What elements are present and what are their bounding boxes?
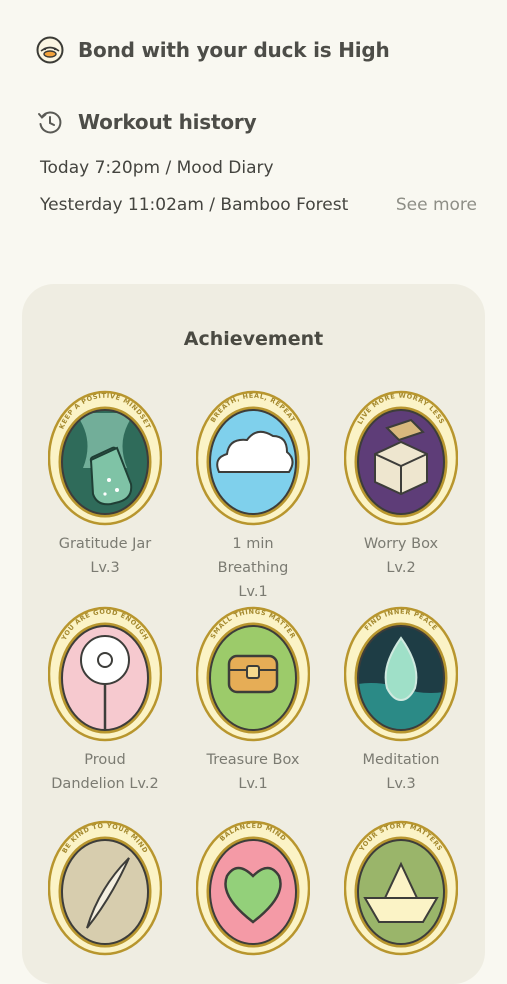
badge-name: Proud	[84, 752, 126, 768]
paper-boat-icon: YOUR STORY MATTERS	[344, 820, 458, 956]
workout-history-title: Workout history	[78, 110, 257, 134]
badge-level: Lv.3	[90, 560, 120, 576]
history-entry[interactable]: Yesterday 11:02am / Bamboo Forest	[40, 195, 348, 215]
achievement-badge[interactable]: KEEP A POSITIVE MINDSET Gratitude Jar Lv.3	[48, 390, 162, 580]
achievement-badge[interactable]: YOUR STORY MATTERS	[344, 820, 458, 962]
achievement-badge[interactable]: BREATH, HEAL, REPEAT 1 min Breathing Lv.1	[196, 390, 310, 604]
badge-name: 1 min Breathing	[217, 536, 289, 576]
treasure-icon: SMALL THINGS MATTER	[196, 606, 310, 742]
heart-icon: BALANCED MIND	[196, 820, 310, 956]
badge-name: Meditation	[362, 752, 440, 768]
achievement-badge[interactable]: BALANCED MIND	[196, 820, 310, 962]
workout-history-header: Workout history	[36, 108, 507, 136]
badge-level: Lv.1	[238, 584, 268, 600]
achievement-badge[interactable]: BE KIND TO YOUR MIND	[48, 820, 162, 962]
achievement-badge[interactable]: YOU ARE GOOD ENOUGH Proud Dandelion Lv.2	[48, 606, 162, 796]
achievement-badge[interactable]: FIND INNER PEACE Meditation Lv.3	[344, 606, 458, 796]
badge-name: Worry Box	[363, 536, 439, 552]
badge-level: Lv.1	[238, 776, 268, 792]
history-icon	[38, 111, 62, 134]
flame-icon: FIND INNER PEACE	[344, 606, 458, 742]
bond-text: Bond with your duck is High	[78, 38, 390, 62]
achievement-badge[interactable]: LIVE MORE WORRY LESS Worry Box Lv.2	[344, 390, 458, 580]
badge-name: Treasure Box	[206, 752, 300, 768]
dandelion-icon: YOU ARE GOOD ENOUGH	[48, 606, 162, 742]
badge-level: Lv.3	[386, 776, 416, 792]
badge-name: Gratitude Jar	[58, 536, 152, 552]
bond-status: Bond with your duck is High	[36, 36, 507, 64]
cloud-icon: BREATH, HEAL, REPEAT	[196, 390, 310, 526]
duck-icon	[36, 36, 64, 64]
box-icon: LIVE MORE WORRY LESS	[344, 390, 458, 526]
badge-level: Dandelion Lv.2	[51, 776, 159, 792]
see-more-link[interactable]: See more	[396, 195, 477, 215]
achievement-badge[interactable]: SMALL THINGS MATTER Treasure Box Lv.1	[196, 606, 310, 796]
feather-icon: BE KIND TO YOUR MIND	[48, 820, 162, 956]
history-entry[interactable]: Today 7:20pm / Mood Diary	[40, 158, 274, 178]
jar-icon: KEEP A POSITIVE MINDSET	[48, 390, 162, 526]
badge-level: Lv.2	[386, 560, 416, 576]
achievement-title: Achievement	[183, 328, 324, 350]
